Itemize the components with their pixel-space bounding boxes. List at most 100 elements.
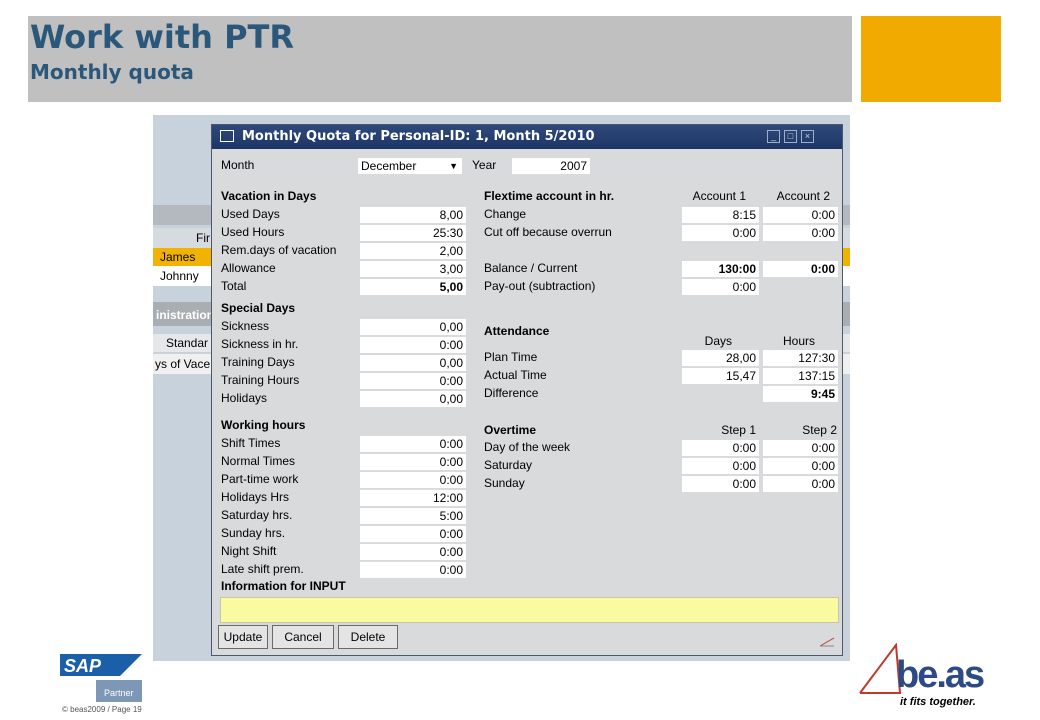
weekday-step1-field[interactable]: 0:00 [682, 440, 759, 456]
special-header: Special Days [221, 301, 296, 315]
chevron-down-icon[interactable]: ▼ [449, 158, 458, 174]
cancel-button[interactable]: Cancel [272, 625, 334, 649]
attendance-row-label: Difference [484, 386, 539, 400]
dialog-title: Monthly Quota for Personal-ID: 1, Month … [242, 129, 595, 144]
change-account2-field[interactable]: 0:00 [763, 207, 838, 223]
attendance-header: Attendance [484, 324, 550, 338]
info-input-area[interactable] [220, 597, 839, 623]
flextime-header: Flextime account in hr. [484, 189, 615, 203]
actual-days-field[interactable]: 15,47 [682, 368, 759, 384]
year-field[interactable]: 2007 [512, 158, 590, 174]
slide-subtitle: Monthly quota [30, 60, 194, 84]
plan-days-field[interactable]: 28,00 [682, 350, 759, 366]
late-shift-field[interactable]: 0:00 [360, 562, 466, 578]
minimize-icon[interactable]: _ [767, 130, 780, 143]
payout-account1-field[interactable]: 0:00 [682, 279, 759, 295]
holidays-hrs-field[interactable]: 12:00 [360, 490, 466, 506]
hours-header: Hours [782, 334, 815, 348]
slide-title: Work with PTR [30, 18, 295, 56]
beas-logo-text: be.as [896, 654, 984, 696]
vacation-row-label: Used Days [221, 207, 280, 221]
overtime-row-label: Day of the week [484, 440, 571, 454]
copyright-text: © beas2009 / Page 19 [62, 705, 142, 714]
night-shift-field[interactable]: 0:00 [360, 544, 466, 560]
dialog-titlebar[interactable]: Monthly Quota for Personal-ID: 1, Month … [212, 125, 842, 149]
sap-logo-text: SAP [64, 656, 102, 676]
year-label: Year [472, 158, 497, 172]
overtime-row-label: Sunday [484, 476, 525, 490]
working-row-label: Night Shift [221, 544, 277, 558]
bg-section-label: inistration [156, 308, 215, 322]
allowance-field[interactable]: 3,00 [360, 261, 466, 277]
attendance-row-label: Actual Time [484, 368, 547, 382]
normal-times-field[interactable]: 0:00 [360, 454, 466, 470]
account1-header: Account 1 [692, 189, 746, 203]
delete-button[interactable]: Delete [338, 625, 398, 649]
bg-name-2[interactable]: Johnny [160, 269, 199, 283]
training-days-field[interactable]: 0,00 [360, 355, 466, 371]
window-icon [220, 130, 234, 142]
bg-tab[interactable]: Standar [166, 336, 208, 350]
holidays-field[interactable]: 0,00 [360, 391, 466, 407]
vacation-row-label: Total [221, 279, 247, 293]
change-account1-field[interactable]: 8:15 [682, 207, 759, 223]
cutoff-account1-field[interactable]: 0:00 [682, 225, 759, 241]
resize-grip-icon[interactable] [818, 634, 836, 647]
sickness-field[interactable]: 0,00 [360, 319, 466, 335]
working-row-label: Late shift prem. [221, 562, 304, 576]
sickness-hours-field[interactable]: 0:00 [360, 337, 466, 353]
balance-account1-field[interactable]: 130:00 [682, 261, 759, 277]
account2-header: Account 2 [776, 189, 830, 203]
update-button[interactable]: Update [218, 625, 268, 649]
vacation-header: Vacation in Days [221, 189, 317, 203]
saturday-hrs-field[interactable]: 5:00 [360, 508, 466, 524]
plan-hours-field[interactable]: 127:30 [763, 350, 838, 366]
used-days-field[interactable]: 8,00 [360, 207, 466, 223]
training-hours-field[interactable]: 0:00 [360, 373, 466, 389]
overtime-header: Overtime [484, 423, 537, 437]
special-row-label: Training Hours [221, 373, 300, 387]
actual-hours-field[interactable]: 137:15 [763, 368, 838, 384]
working-row-label: Shift Times [221, 436, 281, 450]
total-field[interactable]: 5,00 [360, 279, 466, 295]
saturday-step2-field[interactable]: 0:00 [763, 458, 838, 474]
part-time-field[interactable]: 0:00 [360, 472, 466, 488]
difference-hours-field[interactable]: 9:45 [763, 386, 838, 402]
days-header: Days [704, 334, 732, 348]
step2-header: Step 2 [802, 423, 837, 437]
sunday-step2-field[interactable]: 0:00 [763, 476, 838, 492]
month-label: Month [221, 158, 255, 172]
working-row-label: Part-time work [221, 472, 299, 486]
attendance-row-label: Plan Time [484, 350, 538, 364]
vacation-row-label: Allowance [221, 261, 276, 275]
cutoff-account2-field[interactable]: 0:00 [763, 225, 838, 241]
month-value: December [361, 159, 417, 173]
month-select[interactable]: December ▼ [358, 158, 462, 174]
working-row-label: Sunday hrs. [221, 526, 286, 540]
weekday-step2-field[interactable]: 0:00 [763, 440, 838, 456]
shift-times-field[interactable]: 0:00 [360, 436, 466, 452]
sunday-step1-field[interactable]: 0:00 [682, 476, 759, 492]
used-hours-field[interactable]: 25:30 [360, 225, 466, 241]
sunday-hrs-field[interactable]: 0:00 [360, 526, 466, 542]
beas-logo: be.as it fits together. [859, 643, 986, 708]
maximize-icon[interactable]: □ [784, 130, 797, 143]
rem-days-field[interactable]: 2,00 [360, 243, 466, 259]
special-row-label: Holidays [221, 391, 268, 405]
saturday-step1-field[interactable]: 0:00 [682, 458, 759, 474]
special-row-label: Sickness [221, 319, 270, 333]
bg-name-1[interactable]: James [160, 250, 195, 264]
bg-row-label: ys of Vace [155, 357, 211, 371]
accent-box [861, 16, 1001, 102]
sap-partner-logo: SAP Partner [60, 654, 142, 702]
flextime-row-label: Cut off because overrun [484, 225, 612, 239]
step1-header: Step 1 [721, 423, 756, 437]
special-row-label: Training Days [221, 355, 295, 369]
balance-account2-field[interactable]: 0:00 [763, 261, 838, 277]
special-row-label: Sickness in hr. [221, 337, 299, 351]
close-icon[interactable]: × [801, 130, 814, 143]
vacation-row-label: Rem.days of vacation [221, 243, 337, 257]
working-header: Working hours [221, 418, 306, 432]
flextime-row-label: Pay-out (subtraction) [484, 279, 596, 293]
bg-column-header-label: Fir [196, 231, 210, 245]
